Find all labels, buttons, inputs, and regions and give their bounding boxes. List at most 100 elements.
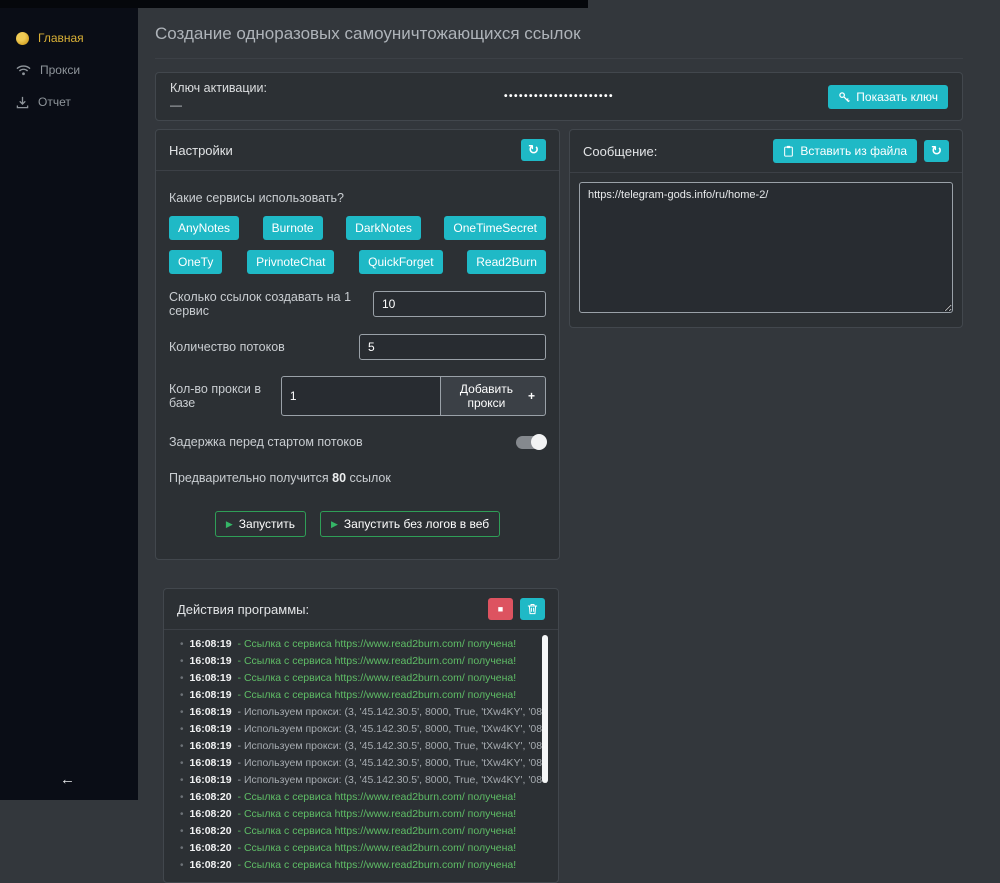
delay-toggle[interactable] <box>516 436 546 449</box>
log-message: - Используем прокси: (3, '45.142.30.5', … <box>238 757 548 769</box>
bullet-icon: • <box>180 690 184 701</box>
log-message: - Ссылка с сервиса https://www.read2burn… <box>238 672 517 684</box>
sidebar-item-label: Прокси <box>40 63 80 77</box>
threads-label: Количество потоков <box>169 340 285 354</box>
bullet-icon: • <box>180 792 184 803</box>
log-entry: • 16:08:20 - Ссылка с сервиса https://ww… <box>174 839 548 856</box>
threads-input[interactable] <box>359 334 546 360</box>
bullet-icon: • <box>180 843 184 854</box>
clipboard-icon <box>783 145 794 157</box>
log-entry: • 16:08:19 - Используем прокси: (3, '45.… <box>174 737 548 754</box>
settings-panel: Настройки ↻ Какие сервисы использовать? … <box>155 129 560 560</box>
message-textarea[interactable]: https://telegram-gods.info/ru/home-2/ <box>579 182 953 313</box>
log-entry: • 16:08:20 - Ссылка с сервиса https://ww… <box>174 788 548 805</box>
log-message: - Используем прокси: (3, '45.142.30.5', … <box>238 723 548 735</box>
log-entry: • 16:08:19 - Используем прокси: (3, '45.… <box>174 754 548 771</box>
service-button[interactable]: Read2Burn <box>467 250 546 274</box>
home-icon <box>16 32 29 45</box>
estimate-text: Предварительно получится 80 ссылок <box>169 471 546 485</box>
wifi-icon <box>16 64 31 76</box>
activation-key-value: — <box>170 98 504 112</box>
log-timestamp: 16:08:19 <box>190 706 232 718</box>
settings-title: Настройки <box>169 143 233 158</box>
key-icon <box>838 91 850 103</box>
service-button[interactable]: OneTimeSecret <box>444 216 546 240</box>
log-entry: • 16:08:20 - Ссылка с сервиса https://ww… <box>174 805 548 822</box>
bullet-icon: • <box>180 860 184 871</box>
log-timestamp: 16:08:19 <box>190 757 232 769</box>
log-timestamp: 16:08:20 <box>190 859 232 871</box>
sidebar-item-proxy[interactable]: Прокси <box>0 54 138 86</box>
stop-button[interactable]: ■ <box>488 598 513 620</box>
log-message: - Используем прокси: (3, '45.142.30.5', … <box>238 706 548 718</box>
log-timestamp: 16:08:20 <box>190 842 232 854</box>
log-message: - Ссылка с сервиса https://www.read2burn… <box>238 689 517 701</box>
log-message: - Ссылка с сервиса https://www.read2burn… <box>238 791 517 803</box>
clear-log-button[interactable] <box>520 598 545 620</box>
log-timestamp: 16:08:19 <box>190 672 232 684</box>
log-timestamp: 16:08:20 <box>190 825 232 837</box>
log-message: - Ссылка с сервиса https://www.read2burn… <box>238 859 517 871</box>
log-entry: • 16:08:19 - Используем прокси: (3, '45.… <box>174 703 548 720</box>
activation-key-panel: Ключ активации: — ••••••••••••••••••••••… <box>155 72 963 121</box>
run-button[interactable]: ▶ Запустить <box>215 511 306 537</box>
message-refresh-button[interactable]: ↻ <box>924 140 949 162</box>
links-per-service-input[interactable] <box>373 291 546 317</box>
log-entry: • 16:08:19 - Ссылка с сервиса https://ww… <box>174 652 548 669</box>
bullet-icon: • <box>180 758 184 769</box>
log-message: - Ссылка с сервиса https://www.read2burn… <box>238 808 517 820</box>
sidebar-nav: Главная Прокси Отчет <box>0 0 138 118</box>
log-message: - Ссылка с сервиса https://www.read2burn… <box>238 655 517 667</box>
log-entry: • 16:08:19 - Используем прокси: (3, '45.… <box>174 771 548 788</box>
log-timestamp: 16:08:20 <box>190 808 232 820</box>
show-key-button[interactable]: Показать ключ <box>828 85 948 109</box>
log-message: - Ссылка с сервиса https://www.read2burn… <box>238 638 517 650</box>
program-actions-panel: Действия программы: ■ <box>163 588 559 883</box>
service-button[interactable]: OneTy <box>169 250 222 274</box>
sidebar-item-label: Отчет <box>38 95 71 109</box>
proxy-count-input[interactable] <box>281 376 441 416</box>
log-timestamp: 16:08:19 <box>190 723 232 735</box>
bullet-icon: • <box>180 639 184 650</box>
bullet-icon: • <box>180 724 184 735</box>
log-entry: • 16:08:19 - Ссылка с сервиса https://ww… <box>174 635 548 652</box>
paste-from-file-button[interactable]: Вставить из файла <box>773 139 917 163</box>
bullet-icon: • <box>180 826 184 837</box>
service-button[interactable]: Burnote <box>263 216 323 240</box>
toggle-knob <box>531 434 547 450</box>
log-timestamp: 16:08:19 <box>190 638 232 650</box>
service-button[interactable]: PrivnoteChat <box>247 250 334 274</box>
trash-icon <box>527 603 538 615</box>
message-title: Сообщение: <box>583 144 657 159</box>
plus-icon: + <box>528 389 535 403</box>
log-scrollbar-thumb[interactable] <box>542 635 548 783</box>
log-timestamp: 16:08:19 <box>190 655 232 667</box>
sidebar-item-report[interactable]: Отчет <box>0 86 138 118</box>
sidebar: Главная Прокси Отчет ← <box>0 0 138 800</box>
window-top-strip <box>0 0 588 8</box>
log-message: - Ссылка с сервиса https://www.read2burn… <box>238 842 517 854</box>
bullet-icon: • <box>180 673 184 684</box>
run-no-logs-button[interactable]: ▶ Запустить без логов в веб <box>320 511 500 537</box>
service-button[interactable]: AnyNotes <box>169 216 239 240</box>
log-entry: • 16:08:20 - Ссылка с сервиса https://ww… <box>174 856 548 872</box>
settings-refresh-button[interactable]: ↻ <box>521 139 546 161</box>
services-list: AnyNotes Burnote DarkNotes OneTimeSecret… <box>169 216 546 274</box>
log-message: - Ссылка с сервиса https://www.read2burn… <box>238 825 517 837</box>
service-button[interactable]: DarkNotes <box>346 216 421 240</box>
play-icon: ▶ <box>331 519 338 530</box>
sidebar-collapse-button[interactable]: ← <box>60 771 75 788</box>
sidebar-item-label: Главная <box>38 31 84 45</box>
add-proxy-button[interactable]: Добавить прокси + <box>441 376 546 416</box>
refresh-icon: ↻ <box>528 142 539 158</box>
play-icon: ▶ <box>226 519 233 530</box>
bullet-icon: • <box>180 775 184 786</box>
main-content: Создание одноразовых самоуничтожающихся … <box>138 0 1000 800</box>
service-button[interactable]: QuickForget <box>359 250 442 274</box>
log-entry: • 16:08:19 - Ссылка с сервиса https://ww… <box>174 669 548 686</box>
log-timestamp: 16:08:20 <box>190 791 232 803</box>
refresh-icon: ↻ <box>931 143 942 159</box>
proxy-count-label: Кол-во прокси в базе <box>169 382 281 410</box>
sidebar-item-home[interactable]: Главная <box>0 22 138 54</box>
bullet-icon: • <box>180 809 184 820</box>
